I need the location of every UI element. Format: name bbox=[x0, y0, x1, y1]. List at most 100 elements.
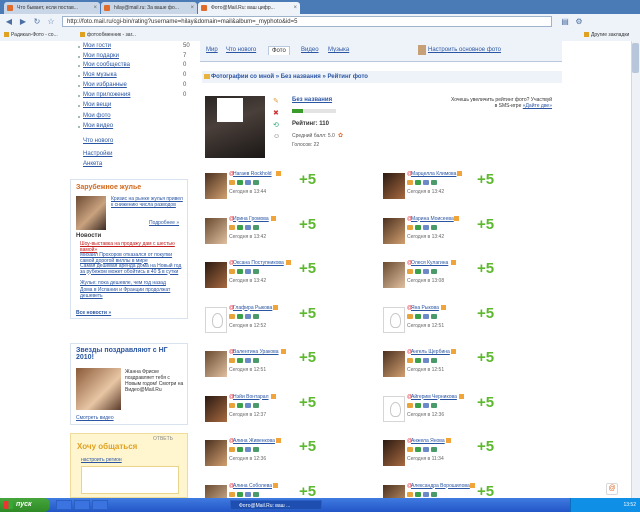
voter-name-link[interactable]: Марина Моисеева bbox=[411, 216, 454, 222]
gift-icon[interactable] bbox=[253, 491, 259, 497]
voter-avatar[interactable] bbox=[383, 306, 405, 333]
voter-avatar[interactable] bbox=[205, 351, 227, 377]
voter-name-link[interactable]: Александра Ворошилова bbox=[411, 483, 470, 489]
photo-icon[interactable] bbox=[245, 269, 251, 274]
watch-video-link[interactable]: Смотреть видео bbox=[76, 415, 114, 421]
message-icon[interactable] bbox=[415, 402, 421, 408]
voter-name-link[interactable]: Валентина Уракова bbox=[233, 349, 279, 355]
zhurnal-text[interactable]: Кризис на рынке жулья привел к снижению … bbox=[111, 196, 185, 208]
photo-icon[interactable] bbox=[423, 313, 429, 319]
browser-tab-1[interactable]: Что бывает, если постав... × bbox=[4, 2, 100, 14]
bookmark-item[interactable]: Радикал-Фото - со... bbox=[4, 30, 58, 41]
delete-icon[interactable]: ✖ bbox=[273, 109, 279, 117]
sidebar-item[interactable]: Мои подарки 7 bbox=[78, 53, 188, 61]
zhurnal-more-link[interactable]: Подробнее » bbox=[149, 220, 179, 226]
add-friend-icon[interactable] bbox=[229, 402, 235, 408]
gift-icon[interactable] bbox=[253, 402, 259, 408]
page-menu-icon[interactable]: ▤ bbox=[560, 17, 570, 27]
quicklaunch-ie-icon[interactable] bbox=[56, 500, 72, 510]
sidebar-item[interactable]: Мои гости 50 bbox=[78, 43, 190, 51]
voter-avatar[interactable] bbox=[383, 217, 405, 244]
voter-avatar[interactable] bbox=[205, 484, 227, 498]
gift-icon[interactable] bbox=[253, 224, 259, 230]
voter-avatar[interactable] bbox=[205, 306, 227, 333]
voter-avatar[interactable] bbox=[383, 484, 405, 498]
message-icon[interactable] bbox=[237, 358, 243, 363]
close-tab-icon[interactable]: × bbox=[93, 2, 97, 14]
message-icon[interactable] bbox=[237, 491, 243, 497]
add-friend-icon[interactable] bbox=[229, 447, 235, 452]
gift-icon[interactable] bbox=[431, 358, 437, 363]
taskbar-window-button[interactable]: Фото@Mail.Ru: ваш ... bbox=[230, 500, 322, 510]
message-icon[interactable] bbox=[415, 491, 421, 497]
voter-name-link[interactable]: Алина Соболева bbox=[233, 483, 272, 489]
share-icon[interactable]: ⟲ bbox=[273, 121, 279, 129]
photo-icon[interactable] bbox=[423, 491, 429, 497]
photo-icon[interactable] bbox=[423, 224, 429, 230]
sidebar-link[interactable]: Что нового bbox=[83, 138, 113, 144]
reload-icon[interactable]: ↻ bbox=[32, 17, 42, 27]
sidebar-item[interactable]: Мои приложения 0 bbox=[78, 92, 188, 100]
back-arrow-icon[interactable]: ◀ bbox=[4, 17, 14, 27]
news-item[interactable]: Самая дешевая аренда дома на Новый год з… bbox=[76, 263, 184, 275]
voter-name-link[interactable]: Олеся Кулагина bbox=[411, 260, 448, 266]
tab-foto[interactable]: Фото bbox=[268, 46, 290, 55]
photo-icon[interactable] bbox=[245, 491, 251, 497]
main-photo[interactable] bbox=[205, 96, 265, 158]
message-icon[interactable] bbox=[237, 402, 243, 408]
photo-icon[interactable] bbox=[245, 224, 251, 230]
add-friend-icon[interactable] bbox=[229, 358, 235, 363]
photo-icon[interactable] bbox=[423, 180, 429, 185]
message-icon[interactable] bbox=[237, 447, 243, 452]
voter-name-link[interactable]: Анжела Янова bbox=[411, 438, 445, 444]
bookmark-item[interactable]: фотообменник - заг... bbox=[80, 30, 136, 41]
voter-name-link[interactable]: Алина Живенкова bbox=[233, 438, 275, 444]
add-friend-icon[interactable] bbox=[407, 358, 413, 363]
voter-name-link[interactable]: Айгерим Черникова bbox=[411, 394, 457, 400]
vertical-scrollbar[interactable] bbox=[631, 41, 640, 498]
voter-name-link[interactable]: Яна Рыкова bbox=[411, 305, 439, 311]
voter-avatar[interactable] bbox=[383, 395, 405, 422]
photo-icon[interactable] bbox=[245, 180, 251, 185]
photo-title-link[interactable]: Без названия bbox=[292, 97, 332, 103]
photo-icon[interactable] bbox=[245, 447, 251, 452]
voter-name-link[interactable]: Оксана Поступникова bbox=[233, 260, 284, 266]
add-friend-icon[interactable] bbox=[407, 224, 413, 230]
want-talk-tab[interactable]: ОТВЕТЬ bbox=[153, 436, 173, 442]
sidebar-link[interactable]: Настройки bbox=[83, 151, 112, 157]
message-icon[interactable] bbox=[415, 269, 421, 274]
message-icon[interactable] bbox=[415, 358, 421, 363]
voter-avatar[interactable] bbox=[205, 173, 227, 199]
stars-photo[interactable] bbox=[76, 368, 121, 410]
voter-avatar[interactable] bbox=[205, 440, 227, 466]
voter-avatar[interactable] bbox=[383, 262, 405, 288]
add-friend-icon[interactable] bbox=[229, 491, 235, 497]
gift-icon[interactable] bbox=[431, 313, 437, 319]
voter-name-link[interactable]: Ирина Громова bbox=[233, 216, 269, 222]
mail-agent-icon[interactable]: @ bbox=[606, 483, 618, 495]
gift-icon[interactable] bbox=[253, 313, 259, 319]
tab-what-new[interactable]: Что нового bbox=[226, 47, 256, 53]
gift-icon[interactable] bbox=[431, 491, 437, 497]
photo-icon[interactable] bbox=[423, 447, 429, 452]
voter-avatar[interactable] bbox=[383, 173, 405, 199]
forward-arrow-icon[interactable]: ▶ bbox=[18, 17, 28, 27]
quicklaunch-media-icon[interactable] bbox=[92, 500, 108, 510]
voter-avatar[interactable] bbox=[205, 262, 227, 288]
message-icon[interactable] bbox=[415, 313, 421, 319]
tab-music[interactable]: Музыка bbox=[328, 47, 349, 53]
add-friend-icon[interactable] bbox=[407, 180, 413, 185]
sidebar-item[interactable]: Мои вещи bbox=[78, 102, 188, 110]
add-friend-icon[interactable] bbox=[407, 447, 413, 452]
user-avatar[interactable] bbox=[418, 45, 426, 55]
browser-tab-2[interactable]: hilay@mail.ru: За ваше фо... × bbox=[101, 2, 197, 14]
all-news-link[interactable]: Все новости » bbox=[76, 310, 111, 316]
browser-tab-3-active[interactable]: Фото@Mail.Ru: ваш цифр... × bbox=[198, 2, 300, 14]
wrench-menu-icon[interactable]: ⚙ bbox=[574, 17, 584, 27]
news-item[interactable]: Дома в Испании и Франции продолжат дешев… bbox=[76, 287, 184, 299]
photo-icon[interactable] bbox=[245, 358, 251, 363]
voter-avatar[interactable] bbox=[205, 395, 227, 422]
voter-name-link[interactable]: Нэйи Вонтарал bbox=[233, 394, 269, 400]
settings-main-photo-link[interactable]: Настроить основное фото bbox=[428, 47, 501, 53]
voter-name-link[interactable]: Глафира Рыкова bbox=[233, 305, 272, 311]
